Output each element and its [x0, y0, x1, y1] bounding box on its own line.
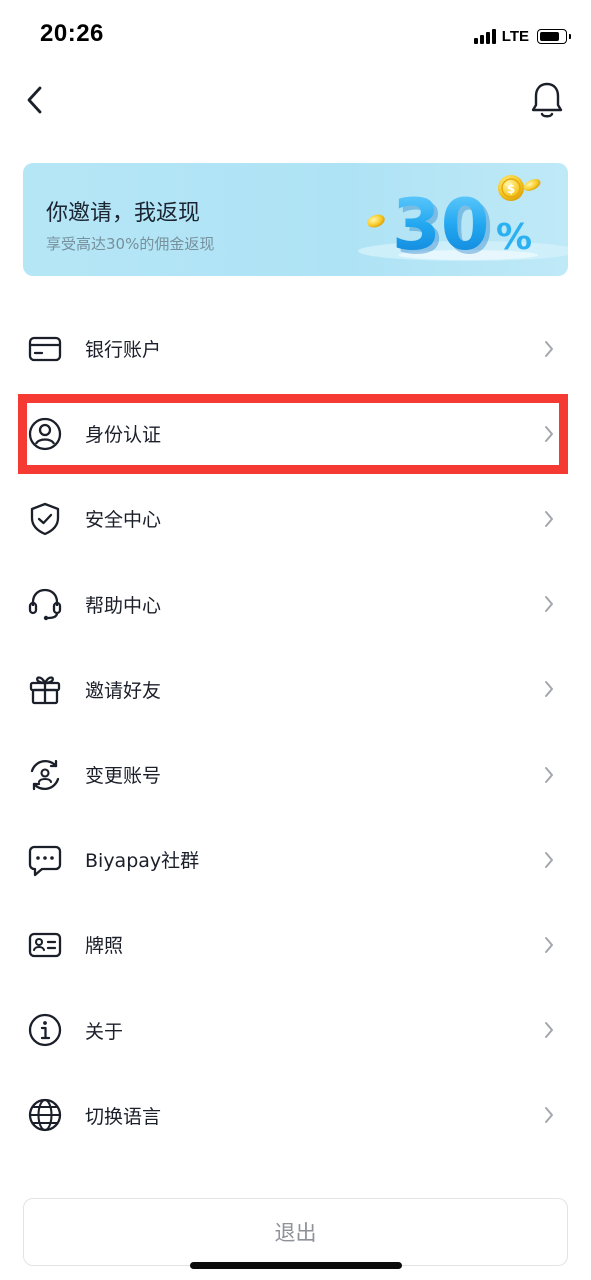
promo-30-percent-graphic: 30 30 % $ — [358, 175, 568, 270]
chevron-right-icon — [542, 1105, 556, 1125]
logout-button[interactable]: 退出 — [23, 1198, 568, 1266]
menu-item-label: 安全中心 — [85, 509, 162, 532]
status-bar: 20:26 LTE — [0, 0, 591, 72]
menu-item-label: 关于 — [85, 1020, 124, 1043]
menu-item-help-center[interactable]: 帮助中心 — [0, 562, 591, 647]
menu-item-label: 帮助中心 — [85, 594, 162, 617]
switch-account-icon — [27, 757, 63, 793]
menu-item-bank-account[interactable]: 银行账户 — [0, 306, 591, 391]
headset-icon — [27, 586, 63, 622]
menu-item-switch-language[interactable]: 切换语言 — [0, 1073, 591, 1158]
menu-item-label: 邀请好友 — [85, 679, 162, 702]
gift-icon — [27, 671, 63, 707]
menu-item-license[interactable]: 牌照 — [0, 902, 591, 987]
menu-item-label: 变更账号 — [85, 765, 162, 788]
highlight-annotation-box — [18, 394, 568, 474]
menu-item-change-account[interactable]: 变更账号 — [0, 732, 591, 817]
info-icon — [27, 1012, 63, 1048]
menu-item-security-center[interactable]: 安全中心 — [0, 476, 591, 561]
status-indicators: LTE — [473, 24, 571, 48]
menu-item-label: 牌照 — [85, 935, 124, 958]
promo-unit: % — [496, 217, 532, 258]
shield-check-icon — [27, 501, 63, 537]
chat-bubble-icon — [27, 842, 63, 878]
svg-text:$: $ — [507, 182, 515, 196]
menu-item-label: 切换语言 — [85, 1105, 162, 1128]
chevron-right-icon — [542, 679, 556, 699]
menu-item-biyapay-community[interactable]: Biyapay社群 — [0, 817, 591, 902]
menu-item-label: Biyapay社群 — [85, 850, 200, 873]
menu-item-about[interactable]: 关于 — [0, 988, 591, 1073]
home-indicator — [190, 1262, 402, 1269]
chevron-right-icon — [542, 850, 556, 870]
chevron-left-icon — [27, 86, 42, 114]
globe-icon — [27, 1097, 63, 1133]
status-time: 20:26 — [40, 20, 104, 47]
chevron-right-icon — [542, 339, 556, 359]
bell-icon — [531, 82, 563, 118]
menu-item-label: 银行账户 — [85, 339, 162, 362]
promo-number: 30 — [392, 184, 489, 266]
chevron-right-icon — [542, 765, 556, 785]
chevron-right-icon — [542, 935, 556, 955]
banner-title: 你邀请，我返现 — [46, 201, 201, 226]
license-card-icon — [27, 927, 63, 963]
invite-banner[interactable]: 你邀请，我返现 享受高达30%的佣金返现 30 30 % $ — [23, 163, 568, 276]
signal-strength-icon — [473, 28, 496, 44]
notifications-button[interactable] — [529, 80, 565, 120]
back-button[interactable] — [18, 82, 50, 118]
network-type: LTE — [501, 27, 529, 45]
bank-card-icon — [27, 331, 63, 367]
chevron-right-icon — [542, 594, 556, 614]
battery-icon — [537, 28, 571, 44]
chevron-right-icon — [542, 509, 556, 529]
menu-item-invite-friends[interactable]: 邀请好友 — [0, 647, 591, 732]
banner-subtitle: 享受高达30%的佣金返现 — [46, 235, 215, 253]
chevron-right-icon — [542, 1020, 556, 1040]
